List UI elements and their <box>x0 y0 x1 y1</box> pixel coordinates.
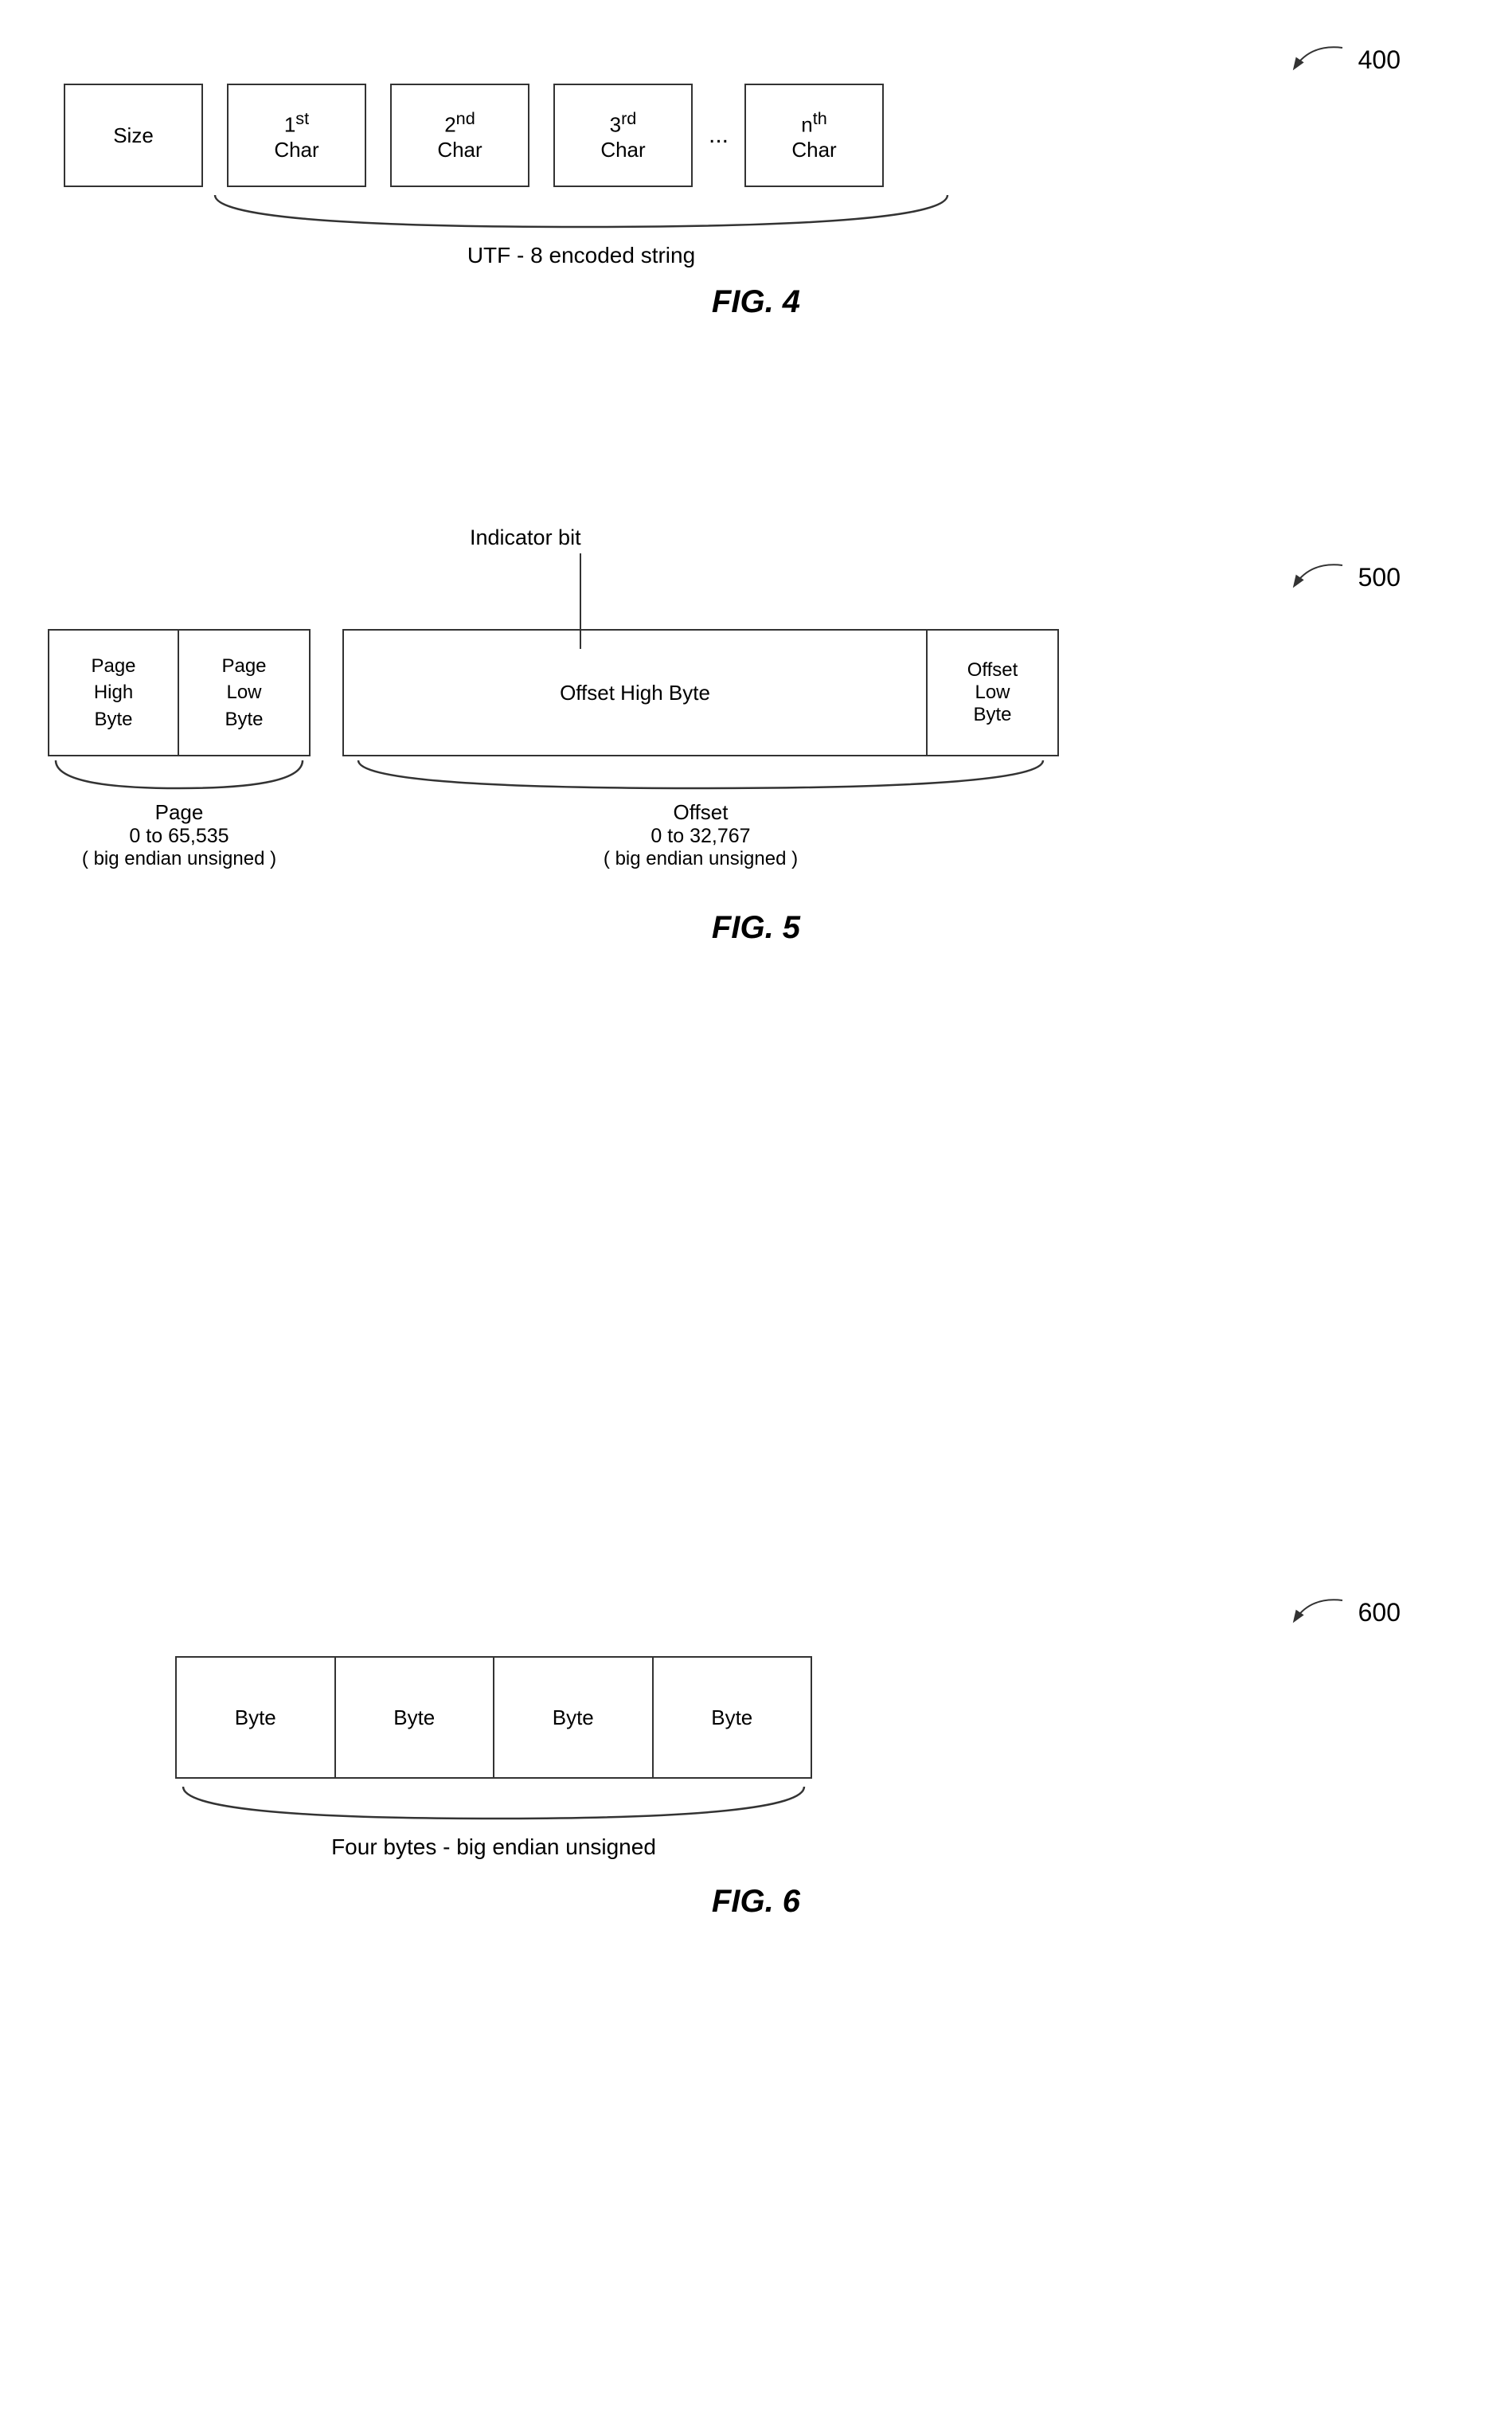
fig4-char1-box: 1stChar <box>227 84 366 187</box>
fig5-section: Indicator bit 500 Page High By <box>0 510 1512 946</box>
fig4-char3-box: 3rdChar <box>553 84 693 187</box>
fig5-page-high-label: Page High Byte <box>91 653 135 733</box>
fig5-offset-label: Offset <box>604 800 798 825</box>
fig5-page-low-box: Page Low Byte <box>179 629 311 756</box>
fig5-page-label: Page <box>82 800 276 825</box>
fig6-title: FIG. 6 <box>712 1884 800 1919</box>
fig4-size-box: Size <box>64 84 203 187</box>
fig4-charn-label: nthChar <box>791 108 836 162</box>
fig4-charn-sup: th <box>813 108 827 128</box>
fig6-byte3-label: Byte <box>553 1705 594 1730</box>
fig6-byte4-label: Byte <box>711 1705 752 1730</box>
fig5-offset-range: 0 to 32,767 <box>604 825 798 848</box>
fig6-byte1-box: Byte <box>177 1658 336 1777</box>
fig5-indicator-label: Indicator bit <box>470 525 581 549</box>
fig5-offset-high-label: Offset High Byte <box>560 681 710 705</box>
fig5-ref-number: 500 <box>1358 563 1401 592</box>
fig4-char3-label: 3rdChar <box>600 108 645 162</box>
fig6-arrow-icon <box>1287 1592 1350 1632</box>
fig6-byte2-box: Byte <box>336 1658 495 1777</box>
fig4-section: 400 Size 1stChar 2ndChar 3rdChar ... <box>0 32 1512 320</box>
fig4-brace-label: UTF - 8 encoded string <box>467 243 695 268</box>
fig4-char2-label: 2ndChar <box>437 108 482 162</box>
fig5-offset-endian: ( big endian unsigned ) <box>604 848 798 870</box>
fig4-char3-sup: rd <box>621 108 636 128</box>
fig5-left-brace-icon <box>48 756 311 796</box>
fig6-byte3-box: Byte <box>494 1658 654 1777</box>
fig5-offset-low-label: Offset Low Byte <box>967 659 1018 726</box>
fig5-left-boxes: Page High Byte Page Low Byte <box>48 629 311 756</box>
fig5-title: FIG. 5 <box>712 910 800 945</box>
fig4-char2-box: 2ndChar <box>390 84 529 187</box>
fig4-ellipsis: ... <box>709 122 729 149</box>
fig6-ref-number: 600 <box>1358 1598 1401 1627</box>
fig4-char1-sup: st <box>295 108 309 128</box>
fig5-page-low-label: Page Low Byte <box>221 653 266 733</box>
fig4-charn-box: nthChar <box>744 84 884 187</box>
fig5-right-group: Offset High Byte Offset Low Byte Offset … <box>342 629 1059 870</box>
fig5-right-boxes: Offset High Byte Offset Low Byte <box>342 629 1059 756</box>
fig6-boxes-row: Byte Byte Byte Byte <box>175 1656 812 1779</box>
page-container: 400 Size 1stChar 2ndChar 3rdChar ... <box>0 0 1512 2434</box>
fig6-brace-label: Four bytes - big endian unsigned <box>331 1834 656 1859</box>
fig4-ref-number: 400 <box>1358 45 1401 75</box>
fig4-char2-sup: nd <box>456 108 475 128</box>
fig5-page-high-box: Page High Byte <box>48 629 179 756</box>
fig6-byte1-label: Byte <box>235 1705 276 1730</box>
fig6-brace-icon <box>175 1783 812 1826</box>
fig5-arrow-icon <box>1287 557 1350 597</box>
fig4-brace-icon <box>207 191 955 235</box>
fig4-size-label: Size <box>113 123 154 148</box>
fig5-right-brace-icon <box>350 756 1051 796</box>
fig5-page-range: 0 to 65,535 <box>82 825 276 848</box>
fig5-page-endian: ( big endian unsigned ) <box>82 848 276 870</box>
fig4-title: FIG. 4 <box>712 284 800 319</box>
fig5-left-group: Page High Byte Page Low Byte Page 0 to 6… <box>48 629 311 870</box>
fig6-byte4-box: Byte <box>654 1658 811 1777</box>
fig5-indicator-line <box>580 553 581 649</box>
fig6-section: 600 Byte Byte Byte Byte Four bytes <box>0 1576 1512 1920</box>
fig5-offset-low-box: Offset Low Byte <box>928 629 1059 756</box>
fig4-char1-label: 1stChar <box>274 108 318 162</box>
fig4-arrow-icon <box>1287 40 1350 80</box>
fig5-offset-high-box: Offset High Byte <box>342 629 928 756</box>
fig6-byte2-label: Byte <box>393 1705 435 1730</box>
